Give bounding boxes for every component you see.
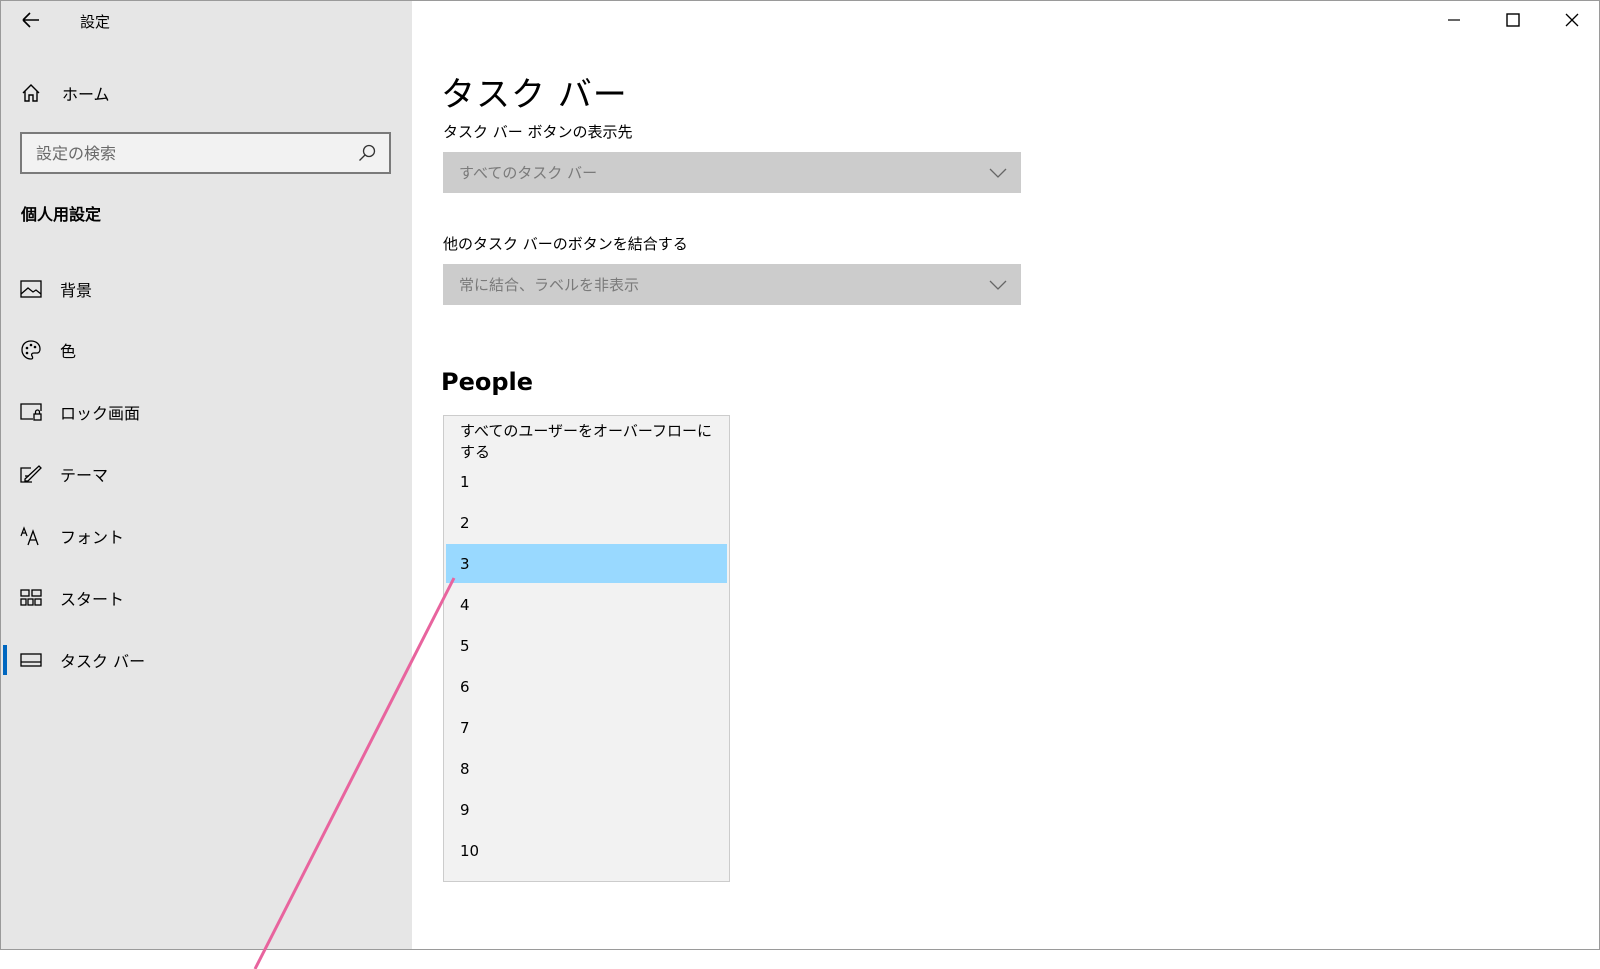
picture-icon — [20, 278, 42, 300]
people-title: People — [441, 368, 534, 396]
search-input[interactable] — [22, 134, 357, 172]
sidebar-item-taskbar[interactable]: タスク バー — [1, 640, 412, 680]
option-1[interactable]: 1 — [446, 462, 727, 501]
option-2[interactable]: 2 — [446, 503, 727, 542]
option-label: 1 — [460, 472, 470, 491]
minimize-button[interactable] — [1425, 5, 1483, 35]
sidebar-item-theme[interactable]: テーマ — [1, 454, 412, 494]
sidebar-item-label: 色 — [60, 342, 77, 361]
option-9[interactable]: 9 — [446, 790, 727, 829]
maximize-icon — [1506, 13, 1520, 27]
maximize-button[interactable] — [1484, 5, 1542, 35]
search-icon[interactable] — [357, 143, 377, 163]
selected-indicator — [3, 645, 7, 675]
option-label: 7 — [460, 718, 470, 737]
home-label: ホーム — [62, 85, 110, 104]
sidebar-item-start[interactable]: スタート — [1, 578, 412, 618]
sidebar-item-background[interactable]: 背景 — [1, 269, 412, 309]
sidebar-item-label: テーマ — [60, 466, 109, 485]
theme-icon — [20, 463, 42, 485]
sidebar-item-label: ロック画面 — [60, 404, 141, 423]
back-arrow-icon — [22, 12, 39, 28]
option-10[interactable]: 10 — [446, 831, 727, 870]
buttons-display-label: タスク バー ボタンの表示先 — [443, 123, 633, 141]
font-icon — [20, 525, 42, 547]
page-title: タスク バー — [441, 75, 628, 115]
option-label: 2 — [460, 513, 470, 532]
close-icon — [1565, 13, 1579, 27]
palette-icon — [20, 339, 42, 361]
start-icon — [20, 587, 42, 609]
taskbar-icon — [20, 649, 42, 671]
sidebar-item-label: スタート — [60, 590, 125, 609]
chevron-down-icon — [989, 280, 1007, 290]
option-8[interactable]: 8 — [446, 749, 727, 788]
minimize-icon — [1448, 19, 1460, 21]
sidebar-item-label: フォント — [60, 528, 125, 547]
sidebar-item-color[interactable]: 色 — [1, 330, 412, 370]
back-button[interactable] — [19, 9, 45, 31]
settings-window: 設定 ホーム 個人用設定 背景 色 — [0, 0, 1600, 950]
option-label: 5 — [460, 636, 470, 655]
close-button[interactable] — [1543, 5, 1599, 35]
dropdown-value: すべてのタスク バー — [459, 164, 598, 182]
sidebar-item-label: 背景 — [60, 281, 93, 300]
option-label: 8 — [460, 759, 470, 778]
home-link[interactable]: ホーム — [21, 81, 110, 105]
option-label: 3 — [460, 554, 470, 573]
people-dropdown-list: すべてのユーザーをオーバーフローにする 1 2 3 4 5 6 7 8 9 10 — [443, 415, 730, 882]
dropdown-value: 常に結合、ラベルを非表示 — [459, 276, 640, 294]
buttons-display-dropdown[interactable]: すべてのタスク バー — [443, 152, 1021, 193]
option-label: 6 — [460, 677, 470, 696]
option-label: 4 — [460, 595, 470, 614]
option-3[interactable]: 3 — [446, 544, 727, 583]
sidebar-item-font[interactable]: フォント — [1, 516, 412, 556]
option-label: 10 — [460, 841, 480, 860]
option-overflow-all[interactable]: すべてのユーザーをオーバーフローにする — [446, 421, 727, 461]
home-icon — [22, 84, 40, 102]
option-4[interactable]: 4 — [446, 585, 727, 624]
sidebar-item-lock-screen[interactable]: ロック画面 — [1, 392, 412, 432]
sidebar: 設定 ホーム 個人用設定 背景 色 — [1, 1, 412, 949]
search-box[interactable] — [20, 132, 391, 174]
app-title: 設定 — [80, 13, 111, 31]
option-label: すべてのユーザーをオーバーフローにする — [460, 421, 713, 461]
option-6[interactable]: 6 — [446, 667, 727, 706]
option-5[interactable]: 5 — [446, 626, 727, 665]
combine-buttons-dropdown[interactable]: 常に結合、ラベルを非表示 — [443, 264, 1021, 305]
option-7[interactable]: 7 — [446, 708, 727, 747]
chevron-down-icon — [989, 168, 1007, 178]
section-title: 個人用設定 — [21, 205, 102, 224]
option-label: 9 — [460, 800, 470, 819]
lock-screen-icon — [20, 401, 42, 423]
combine-buttons-label: 他のタスク バーのボタンを結合する — [443, 235, 688, 253]
sidebar-item-label: タスク バー — [60, 652, 146, 671]
